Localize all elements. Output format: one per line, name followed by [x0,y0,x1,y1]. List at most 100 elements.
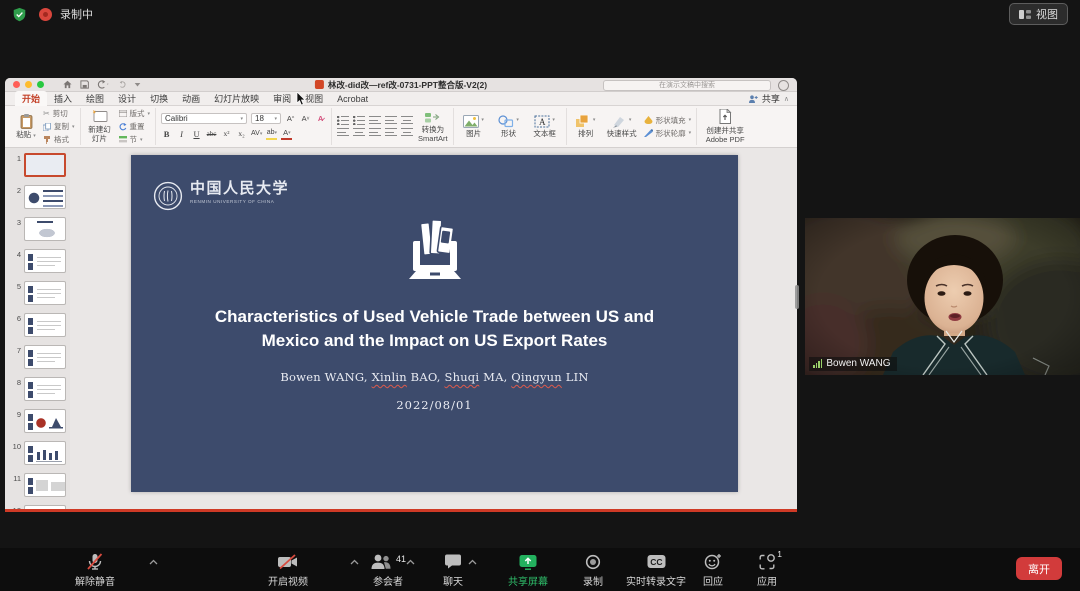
increase-font-button[interactable]: A^ [285,113,296,124]
underline-button[interactable]: U [191,128,202,139]
paste-button[interactable]: 粘贴 ▾ [14,114,38,140]
slide-thumb-preview[interactable] [24,313,66,337]
subscript-button[interactable]: x₂ [236,128,247,139]
undo-icon[interactable] [97,80,109,89]
slide-thumbnail-5[interactable]: 5 [5,281,70,305]
slide-thumb-preview[interactable] [24,377,66,401]
decrease-font-button[interactable]: A˅ [300,113,311,124]
tab-insert[interactable]: 插入 [47,91,79,106]
security-shield-icon[interactable] [12,7,27,22]
tab-review[interactable]: 审阅 [266,91,298,106]
ppt-share-button[interactable]: 共享 ∧ [748,92,789,105]
slide-thumbnail-4[interactable]: 4 [5,249,70,273]
tab-transitions[interactable]: 切换 [143,91,175,106]
create-share-adobe-pdf-button[interactable]: 创建并共享Adobe PDF [702,109,748,144]
leave-meeting-button[interactable]: 离开 [1016,557,1062,580]
highlight-color-button[interactable]: ab▾ [266,127,277,140]
justify-icon[interactable] [385,128,397,137]
tab-draw[interactable]: 绘图 [79,91,111,106]
shape-fill-button[interactable]: 形状填充▾ [644,115,692,126]
unmute-button[interactable]: 解除静音 [35,553,155,588]
apps-button[interactable]: 1 应用 [707,553,827,588]
tab-slideshow[interactable]: 幻灯片放映 [207,91,266,106]
panel-collapse-handle[interactable] [795,285,799,309]
home-icon[interactable] [63,80,72,89]
close-window-button[interactable] [13,81,20,88]
slide-thumb-preview[interactable] [24,217,66,241]
camera-off-icon [277,554,299,570]
slide-thumbnail-1[interactable]: 1 [5,153,70,177]
quick-styles-button[interactable]: ▾ 快速样式 [605,115,639,139]
search-input[interactable] [603,80,771,91]
shapes-button[interactable]: ▾ 形状 [494,115,524,139]
tab-design[interactable]: 设计 [111,91,143,106]
slide-thumbnail-3[interactable]: 3 [5,217,70,241]
save-icon[interactable] [80,80,89,89]
slide-thumb-preview[interactable] [24,249,66,273]
tab-animations[interactable]: 动画 [175,91,207,106]
zoom-window-button[interactable] [37,81,44,88]
bullets-icon[interactable] [337,116,349,125]
video-options-chevron-icon[interactable] [350,559,359,565]
slide-thumb-preview[interactable] [24,441,66,465]
picture-button[interactable]: ▾ 图片 [459,115,489,139]
textbox-button[interactable]: A▾ 文本框 [529,115,561,139]
unmute-label: 解除静音 [75,573,115,588]
cut-button[interactable]: ✂剪切 [43,108,75,119]
slide-thumbnail-9[interactable]: 9 [5,409,70,433]
strikethrough-button[interactable]: abc [206,128,217,139]
redo-icon[interactable] [117,80,126,89]
decrease-indent-icon[interactable] [369,116,381,125]
reset-button[interactable]: 重置 [119,121,151,132]
slide-thumbnail-2[interactable]: 2 [5,185,70,209]
participant-video-tile[interactable]: Bowen WANG [805,218,1080,375]
bold-button[interactable]: B [161,128,172,139]
minimize-window-button[interactable] [25,81,32,88]
font-size-select[interactable]: 18▾ [251,113,281,124]
format-painter-button[interactable]: 格式 [43,134,75,145]
slide-thumb-preview[interactable] [24,281,66,305]
slide-thumb-preview[interactable] [24,409,66,433]
line-spacing-icon[interactable] [401,116,413,125]
slide-1[interactable]: 中国人民大学 RENMIN UNIVERSITY OF CHINA [131,155,738,492]
share-collapse-chevron-icon[interactable]: ∧ [784,95,789,103]
shape-outline-button[interactable]: 形状轮廓▾ [644,128,692,139]
arrange-button[interactable]: ▾ 排列 [572,115,600,139]
view-button[interactable]: 视图 [1009,3,1068,25]
tab-acrobat[interactable]: Acrobat [330,93,375,105]
participants-options-chevron-icon[interactable] [406,559,415,565]
increase-indent-icon[interactable] [385,116,397,125]
slide-thumbnail-8[interactable]: 8 [5,377,70,401]
slide-thumb-preview[interactable] [24,185,66,209]
align-left-icon[interactable] [337,128,349,137]
new-slide-button[interactable]: 新建幻灯片 [86,110,114,143]
italic-button[interactable]: I [176,128,187,139]
account-circle-icon[interactable] [778,80,789,91]
slide-thumb-preview[interactable] [24,153,66,177]
font-color-button[interactable]: A▾ [281,127,292,140]
slide-thumb-preview[interactable] [24,473,66,497]
slide-thumbnail-10[interactable]: 10 [5,441,70,465]
columns-icon[interactable] [401,128,413,137]
align-right-icon[interactable] [369,128,381,137]
layout-button[interactable]: 版式▾ [119,108,151,119]
slide-thumb-preview[interactable] [24,345,66,369]
convert-smartart-button[interactable]: 转换为SmartArt [418,111,448,143]
superscript-button[interactable]: x² [221,128,232,139]
unmute-options-chevron-icon[interactable] [149,559,158,565]
character-spacing-button[interactable]: AV▾ [251,128,262,139]
copy-button[interactable]: 复制▾ [43,121,75,132]
clear-formatting-button[interactable]: A̷ [315,113,326,124]
toolbar-more-icon[interactable] [134,82,141,87]
slide-thumbnail-11[interactable]: 11 [5,473,70,497]
slide-thumbnail-7[interactable]: 7 [5,345,70,369]
numbering-icon[interactable] [353,116,365,125]
align-center-icon[interactable] [353,128,365,137]
chat-options-chevron-icon[interactable] [468,559,477,565]
tab-home[interactable]: 开始 [15,91,47,106]
slide-thumbnail-6[interactable]: 6 [5,313,70,337]
recording-indicator-icon[interactable] [39,8,52,21]
font-name-select[interactable]: Calibri▾ [161,113,247,124]
chat-icon [444,554,462,570]
section-button[interactable]: 节▾ [119,134,151,145]
